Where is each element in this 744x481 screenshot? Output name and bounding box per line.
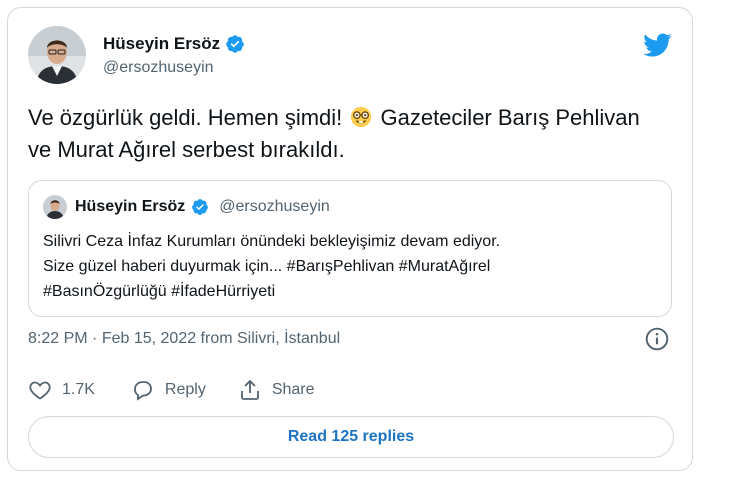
quoted-verified-badge-icon	[192, 199, 209, 215]
quoted-tweet-text: Silivri Ceza İnfaz Kurumları önündeki be…	[43, 229, 653, 304]
quoted-line-1: Silivri Ceza İnfaz Kurumları önündeki be…	[43, 233, 501, 250]
quoted-author-name: Hüseyin Ersöz	[75, 198, 186, 215]
quoted-author-handle: @ersozhuseyin	[219, 198, 330, 215]
tweet-text-part1: Ve özgürlük geldi. Hemen şimdi!	[28, 105, 349, 130]
tweet-date[interactable]: Feb 15, 2022	[102, 330, 196, 348]
like-button[interactable]: 1.7K	[28, 378, 95, 402]
reply-bubble-icon	[134, 381, 152, 401]
share-label: Share	[271, 381, 315, 398]
share-button[interactable]: Share	[238, 378, 315, 402]
verified-badge-icon	[226, 35, 244, 53]
tweet-header: Hüseyin Ersöz @ersozhuseyin	[28, 26, 672, 86]
tweet-card: Hüseyin Ersöz @ersozhuseyin Ve özgürlük …	[7, 7, 693, 471]
nerd-face-emoji-icon	[351, 106, 372, 128]
quoted-author-avatar	[43, 195, 67, 219]
quoted-tweet[interactable]: Hüseyin Ersöz @ersozhuseyin Silivri Ceza…	[28, 180, 672, 317]
tweet-text: Ve özgürlük geldi. Hemen şimdi! Gazeteci…	[28, 102, 668, 166]
quoted-line-2: Size güzel haberi duyurmak için... #Barı…	[43, 258, 491, 275]
author-name[interactable]: Hüseyin Ersöz	[103, 34, 220, 54]
reply-label: Reply	[164, 381, 206, 398]
tweet-actions: 1.7K Reply Share	[28, 378, 315, 402]
share-icon	[240, 379, 259, 400]
tweet-source: from Silivri, İstanbul	[196, 330, 341, 347]
author-handle[interactable]: @ersozhuseyin	[103, 59, 214, 77]
tweet-time[interactable]: 8:22 PM	[28, 330, 88, 348]
tweet-meta: 8:22 PM · Feb 15, 2022 from Silivri, İst…	[28, 330, 340, 348]
reply-button[interactable]: Reply	[131, 378, 206, 402]
heart-icon	[29, 381, 51, 400]
meta-separator: ·	[87, 330, 102, 347]
quoted-line-3: #BasınÖzgürlüğü #İfadeHürriyeti	[43, 283, 276, 300]
read-replies-button[interactable]: Read 125 replies	[28, 416, 674, 458]
author-avatar[interactable]	[28, 26, 86, 84]
like-count: 1.7K	[62, 381, 95, 398]
info-icon[interactable]	[644, 326, 670, 352]
twitter-bird-icon[interactable]	[642, 30, 672, 60]
